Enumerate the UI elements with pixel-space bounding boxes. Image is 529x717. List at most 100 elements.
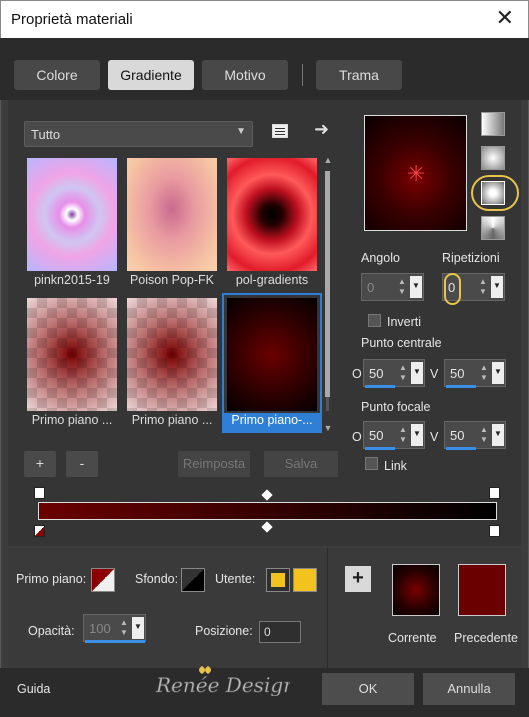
gradient-preview[interactable]: ✳ [364, 115, 467, 231]
library-item[interactable]: Primo piano ... [124, 295, 220, 431]
previous-swatch[interactable] [458, 564, 506, 616]
opacity-stop-marker-start[interactable] [34, 525, 45, 537]
previous-label: Precedente [454, 631, 518, 645]
spin-arrows-icon[interactable]: ▲ ▼ [117, 618, 131, 638]
library-item[interactable]: Poison Pop-FK [124, 155, 220, 291]
dropdown-icon[interactable]: ▼ [411, 424, 423, 446]
tab-gradiente[interactable]: Gradiente [108, 60, 194, 90]
watermark-logo: Renée Design [150, 664, 296, 697]
help-link[interactable]: Guida [17, 682, 50, 696]
opacity-spinbox[interactable]: 100 ▲ ▼ ▼ [83, 614, 146, 643]
center-v-value: 50 [450, 366, 465, 381]
gradient-editor-bar[interactable] [38, 502, 497, 520]
dropdown-icon[interactable]: ▼ [491, 276, 503, 298]
user-swatch[interactable] [293, 568, 317, 592]
library-item-selected[interactable]: Primo piano-... [222, 293, 322, 433]
position-label: Posizione: [195, 624, 253, 638]
spin-arrows-icon[interactable]: ▲ ▼ [476, 277, 490, 297]
focal-h-value: 50 [369, 428, 384, 443]
save-button[interactable]: Salva [264, 451, 338, 477]
invert-label: Inverti [387, 315, 422, 329]
scroll-thumb[interactable] [325, 171, 330, 397]
window-title: Proprietà materiali [11, 11, 133, 28]
bottom-divider [327, 548, 328, 668]
spin-arrows-icon[interactable]: ▲ ▼ [396, 425, 410, 445]
spin-arrows-icon[interactable]: ▲ ▼ [395, 277, 409, 297]
invert-checkbox[interactable] [368, 314, 381, 327]
reset-button[interactable]: Reimposta [178, 451, 250, 477]
thumbnail-pol-gradients [227, 158, 317, 271]
arrow-right-icon[interactable]: ➜ [314, 119, 329, 140]
sunburst-gradient-type-icon[interactable] [481, 216, 505, 240]
tab-trama[interactable]: Trama [316, 60, 402, 90]
svg-text:Renée Design: Renée Design [155, 673, 290, 696]
focal-point-label: Punto focale [361, 400, 431, 414]
dropdown-icon[interactable]: ▼ [411, 362, 423, 384]
stop-properties-panel [8, 548, 521, 668]
thumbnail-pinkn [27, 158, 117, 271]
ok-button[interactable]: OK [322, 673, 414, 705]
opacity-level [85, 640, 145, 643]
category-select[interactable]: Tutto ▼ [24, 121, 253, 147]
library-view-icon[interactable] [272, 124, 288, 138]
library-item-label: Primo piano ... [31, 413, 113, 427]
user-color-chip [271, 573, 285, 587]
library-item[interactable]: pol-gradients [224, 155, 320, 291]
spin-arrows-icon[interactable]: ▲ ▼ [477, 425, 491, 445]
close-icon[interactable]: ✕ [496, 7, 514, 29]
angle-value: 0 [367, 280, 375, 295]
thumbnail-primo-piano-3 [227, 298, 317, 411]
user-label: Utente: [215, 572, 256, 586]
center-h-spinbox[interactable]: 50 ▲ ▼ ▼ [363, 359, 425, 388]
center-point-icon[interactable]: ✳ [407, 161, 425, 187]
opacity-stop-marker-end[interactable] [489, 525, 500, 537]
library-scrollbar[interactable]: ▲ ▼ [322, 155, 334, 433]
dropdown-icon[interactable]: ▼ [132, 617, 144, 639]
opacity-label: Opacità: [28, 624, 75, 638]
focal-v-spinbox[interactable]: 50 ▲ ▼ ▼ [444, 421, 506, 450]
library-item[interactable]: pinkn2015-19 [24, 155, 120, 291]
library-item[interactable]: Primo piano ... [24, 295, 120, 431]
foreground-swatch[interactable] [91, 568, 115, 592]
center-h-level [365, 385, 395, 388]
dropdown-icon[interactable]: ▼ [410, 276, 422, 298]
focal-h-level [365, 447, 395, 450]
color-stop-marker-end[interactable] [489, 487, 500, 499]
tab-colore[interactable]: Colore [14, 60, 100, 90]
foreground-label: Primo piano: [16, 572, 87, 586]
scroll-up-icon[interactable]: ▲ [322, 155, 334, 165]
category-value: Tutto [31, 127, 61, 142]
dropdown-icon[interactable]: ▼ [492, 362, 504, 384]
position-input[interactable]: 0 [259, 621, 301, 643]
gradient-library: pinkn2015-19 Poison Pop-FK pol-gradients… [24, 155, 322, 433]
link-label: Link [384, 459, 407, 473]
add-stop-button[interactable]: + [345, 566, 371, 592]
scroll-down-icon[interactable]: ▼ [322, 423, 334, 433]
spin-arrows-icon[interactable]: ▲ ▼ [396, 363, 410, 383]
dropdown-icon[interactable]: ▼ [492, 424, 504, 446]
library-item-label: Poison Pop-FK [129, 273, 215, 287]
center-v-spinbox[interactable]: 50 ▲ ▼ ▼ [444, 359, 506, 388]
library-item-label: pinkn2015-19 [34, 273, 110, 287]
color-stop-marker-start[interactable] [34, 487, 45, 499]
link-checkbox[interactable] [365, 457, 378, 470]
add-gradient-button[interactable]: + [24, 451, 56, 477]
rectangular-gradient-type-icon[interactable] [481, 146, 505, 170]
angle-label: Angolo [361, 251, 400, 265]
remove-gradient-button[interactable]: - [66, 451, 98, 477]
user-swatch-small[interactable] [266, 568, 290, 592]
focal-h-label: O [352, 430, 362, 444]
library-item-label: Primo piano ... [131, 413, 213, 427]
repeats-label: Ripetizioni [442, 251, 500, 265]
selected-type-highlight [471, 175, 519, 211]
cancel-button[interactable]: Annulla [423, 673, 515, 705]
linear-gradient-type-icon[interactable] [481, 112, 505, 136]
spin-arrows-icon[interactable]: ▲ ▼ [477, 363, 491, 383]
focal-h-spinbox[interactable]: 50 ▲ ▼ ▼ [363, 421, 425, 450]
tab-motivo[interactable]: Motivo [202, 60, 288, 90]
tab-bar: Colore Gradiente Motivo Trama [0, 38, 529, 100]
center-h-label: O [352, 367, 362, 381]
angle-spinbox[interactable]: 0 ▲ ▼ ▼ [361, 273, 424, 301]
background-swatch[interactable] [181, 568, 205, 592]
focal-v-label: V [430, 430, 439, 444]
